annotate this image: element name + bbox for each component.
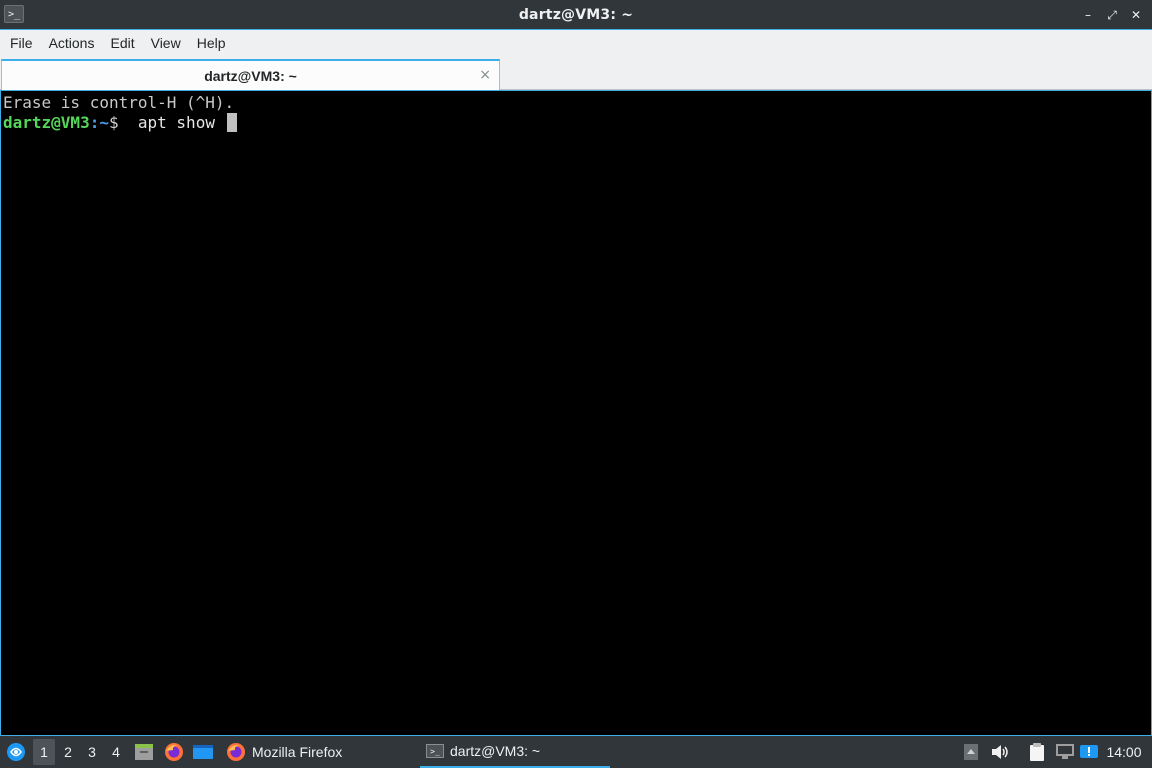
- task-terminal[interactable]: >_ dartz@VM3: ~: [420, 736, 610, 768]
- window-titlebar[interactable]: >_ dartz@VM3: ~ – ⤢ ✕: [0, 0, 1152, 30]
- firefox-icon: [226, 742, 246, 762]
- network-icon[interactable]: [1053, 736, 1077, 768]
- command-text: apt show: [118, 113, 225, 132]
- task-firefox[interactable]: Mozilla Firefox: [220, 736, 348, 768]
- tab-terminal[interactable]: dartz@VM3: ~ ×: [1, 59, 500, 90]
- tab-close-icon[interactable]: ×: [479, 67, 491, 83]
- terminal-area[interactable]: Erase is control-H (^H). dartz@VM3:~$ ap…: [0, 90, 1152, 736]
- application-menu-icon[interactable]: [4, 736, 28, 768]
- workspace-1[interactable]: 1: [33, 739, 55, 765]
- menu-edit[interactable]: Edit: [102, 30, 142, 56]
- window-controls: – ⤢ ✕: [1078, 6, 1146, 24]
- volume-icon[interactable]: [988, 736, 1012, 768]
- file-manager-icon[interactable]: [131, 736, 157, 768]
- terminal-output-line: Erase is control-H (^H).: [3, 93, 235, 112]
- taskbar: 1 2 3 4 Mozilla Firefox >_ dartz@VM3: ~ …: [0, 736, 1152, 768]
- clock[interactable]: 14:00: [1102, 736, 1146, 768]
- tab-label: dartz@VM3: ~: [204, 67, 297, 84]
- maximize-button[interactable]: ⤢: [1102, 6, 1122, 24]
- show-desktop-icon[interactable]: [190, 736, 216, 768]
- notification-icon[interactable]: [1077, 736, 1101, 768]
- prompt-path: ~: [99, 113, 109, 132]
- minimize-button[interactable]: –: [1078, 6, 1098, 24]
- prompt-colon: :: [89, 113, 100, 132]
- menu-file[interactable]: File: [2, 30, 41, 56]
- workspace-3[interactable]: 3: [81, 736, 103, 768]
- tray-expand-icon[interactable]: [959, 736, 983, 768]
- prompt-user: dartz@VM3: [3, 113, 90, 132]
- terminal-icon: >_: [426, 744, 444, 758]
- task-label: Mozilla Firefox: [252, 744, 343, 760]
- menu-view[interactable]: View: [143, 30, 189, 56]
- text-cursor: [226, 113, 237, 132]
- clipboard-icon[interactable]: [1025, 736, 1049, 768]
- menu-help[interactable]: Help: [189, 30, 234, 56]
- workspace-4[interactable]: 4: [105, 736, 127, 768]
- prompt-symbol: $: [108, 113, 119, 132]
- terminal-prompt-line: dartz@VM3:~$ apt show: [3, 113, 1149, 133]
- workspace-2[interactable]: 2: [57, 736, 79, 768]
- menu-bar: File Actions Edit View Help: [0, 30, 1152, 56]
- task-label: dartz@VM3: ~: [450, 743, 541, 759]
- close-button[interactable]: ✕: [1126, 6, 1146, 24]
- firefox-launcher-icon[interactable]: [161, 736, 187, 768]
- window-title: dartz@VM3: ~: [518, 6, 634, 23]
- tab-bar: dartz@VM3: ~ ×: [0, 56, 1152, 90]
- terminal-app-icon[interactable]: >_: [4, 5, 24, 23]
- menu-actions[interactable]: Actions: [41, 30, 103, 56]
